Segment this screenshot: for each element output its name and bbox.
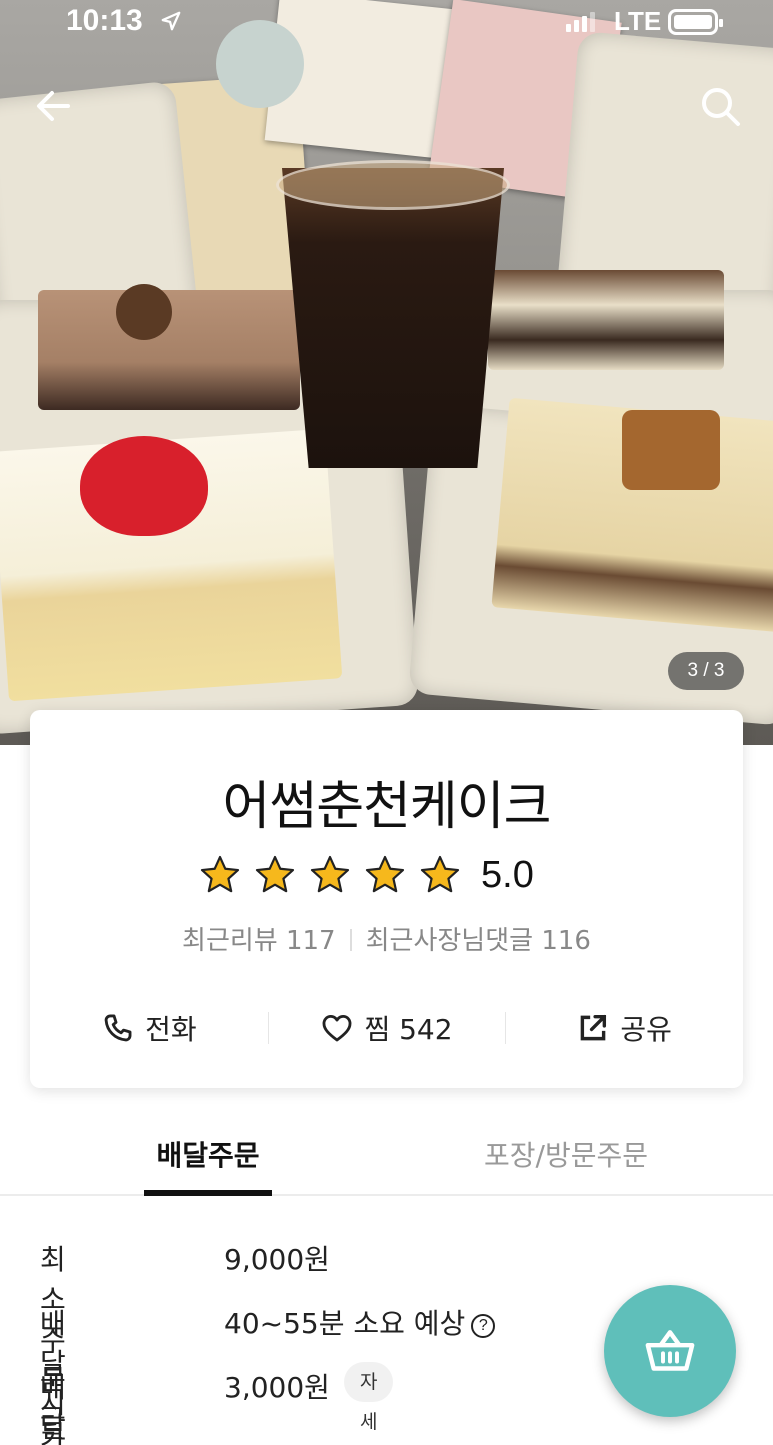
star-icon	[365, 855, 405, 893]
rating-row[interactable]: 5.0	[198, 852, 534, 898]
divider	[349, 929, 352, 951]
rating-value: 5.0	[481, 853, 534, 896]
like-label: 찜 542	[364, 1013, 453, 1046]
star-icon	[310, 855, 350, 893]
call-button[interactable]: 전화	[30, 1002, 268, 1054]
star-icon	[200, 855, 240, 893]
location-arrow-icon	[161, 11, 181, 31]
search-icon	[702, 88, 740, 126]
call-label: 전화	[145, 1013, 197, 1046]
photo-lotus-cookie	[622, 410, 720, 490]
order-type-tabs: 배달주문 포장/방문주문	[0, 1124, 773, 1196]
cart-icon	[645, 1330, 695, 1371]
shop-name: 어썸춘천케이크	[222, 777, 552, 837]
star-icon	[420, 855, 460, 893]
star-icon	[255, 855, 295, 893]
cellular-signal-icon	[566, 12, 598, 32]
photo-cup-rim	[276, 160, 510, 210]
back-arrow-icon	[37, 91, 70, 121]
back-button[interactable]	[30, 82, 78, 130]
tip-detail-button[interactable]: 자세히	[344, 1362, 394, 1433]
photo-cake-tiramisu	[488, 270, 724, 370]
help-icon[interactable]: ?	[471, 1314, 496, 1338]
search-button[interactable]	[696, 82, 744, 130]
photo-cookie-chocolate	[116, 284, 172, 340]
cart-button[interactable]	[604, 1285, 736, 1417]
status-time: 10:13	[66, 4, 143, 37]
shop-info-card: 어썸춘천케이크 5.0 최근리뷰 117 최근사장님댓글 116 전화 찜 542…	[30, 710, 743, 1088]
tab-delivery[interactable]: 배달주문	[144, 1134, 272, 1196]
owner-replies[interactable]: 최근사장님댓글 116	[366, 926, 591, 956]
status-bar: 10:13 LTE	[0, 0, 773, 46]
tab-pickup[interactable]: 포장/방문주문	[456, 1134, 676, 1194]
like-button[interactable]: 찜 542	[267, 1002, 506, 1054]
delivery-tip-label: 배달팁	[40, 1371, 66, 1444]
recent-reviews[interactable]: 최근리뷰 117	[182, 926, 336, 956]
heart-icon	[323, 1014, 352, 1042]
review-stats[interactable]: 최근리뷰 117 최근사장님댓글 116	[30, 920, 743, 957]
action-bar: 전화 찜 542 공유	[30, 1002, 743, 1054]
min-order-value: 9,000원	[224, 1243, 330, 1276]
delivery-time-group: 40~55분 소요 예상?	[224, 1302, 496, 1342]
battery-icon	[668, 9, 723, 35]
photo-iced-coffee	[282, 168, 504, 468]
share-label: 공유	[620, 1013, 672, 1046]
photo-strawberry	[80, 436, 208, 536]
share-icon	[581, 1014, 607, 1041]
delivery-time-value: 40~55분 소요 예상	[224, 1307, 466, 1340]
share-button[interactable]: 공유	[505, 1002, 743, 1054]
phone-icon	[104, 1014, 132, 1042]
shop-photo[interactable]	[0, 0, 773, 745]
photo-counter: 3 / 3	[668, 652, 744, 690]
delivery-tip-value: 3,000원	[224, 1371, 330, 1404]
network-type: LTE	[614, 6, 662, 36]
